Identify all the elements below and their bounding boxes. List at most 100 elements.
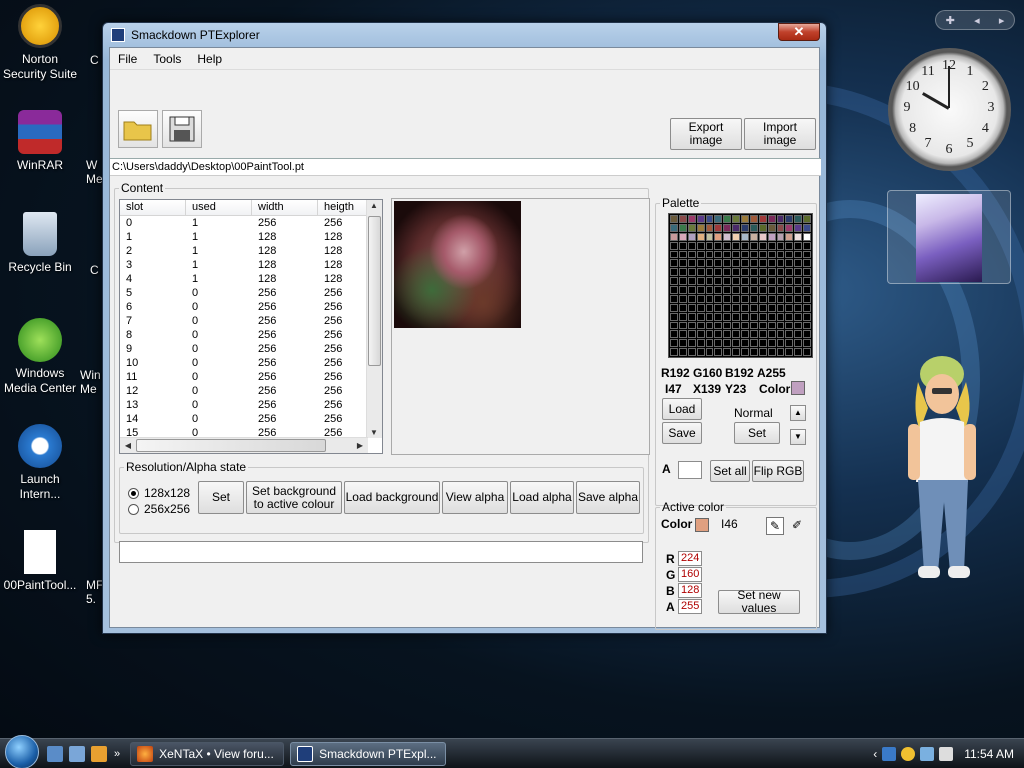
palette-cell[interactable] xyxy=(687,339,696,348)
view-alpha-button[interactable]: View alpha xyxy=(442,481,508,514)
palette-cell[interactable] xyxy=(749,232,758,241)
palette-cell[interactable] xyxy=(794,268,803,277)
palette-cell[interactable] xyxy=(767,277,776,285)
palette-cell[interactable] xyxy=(741,294,749,303)
table-row[interactable]: 2 1 128 128 xyxy=(120,244,382,258)
table-row[interactable]: 4 1 128 128 xyxy=(120,272,382,286)
palette-cell[interactable] xyxy=(670,277,678,285)
palette-cell[interactable] xyxy=(723,232,732,241)
column-header-used[interactable]: used xyxy=(186,200,252,215)
column-header-height[interactable]: heigth xyxy=(318,200,368,215)
save-button[interactable] xyxy=(162,110,202,148)
eyedropper-icon[interactable]: ✎ xyxy=(766,517,784,535)
palette-cell[interactable] xyxy=(670,339,678,348)
palette-cell[interactable] xyxy=(723,321,732,330)
palette-cell[interactable] xyxy=(758,348,767,356)
palette-cell[interactable] xyxy=(696,294,705,303)
table-row[interactable]: 10 0 256 256 xyxy=(120,356,382,370)
palette-cell[interactable] xyxy=(723,348,732,356)
palette-cell[interactable] xyxy=(776,286,785,294)
palette-cell[interactable] xyxy=(767,268,776,277)
slideshow-gadget[interactable] xyxy=(887,190,1011,284)
active-g-input[interactable]: 160 xyxy=(678,567,702,582)
palette-cell[interactable] xyxy=(758,215,767,223)
palette-cell[interactable] xyxy=(687,294,696,303)
next-icon[interactable]: ▸ xyxy=(999,14,1005,27)
palette-cell[interactable] xyxy=(794,259,803,268)
palette-cell[interactable] xyxy=(696,303,705,312)
export-image-button[interactable]: Export image xyxy=(670,118,742,150)
palette-cell[interactable] xyxy=(687,348,696,356)
palette-cell[interactable] xyxy=(723,259,732,268)
desktop-icon-painttool-file[interactable]: 00PaintTool... xyxy=(0,530,80,593)
scroll-down-arrow-icon[interactable]: ▼ xyxy=(367,428,381,437)
palette-cell[interactable] xyxy=(767,339,776,348)
resolution-set-button[interactable]: Set xyxy=(198,481,244,514)
palette-cell[interactable] xyxy=(687,321,696,330)
palette-cell[interactable] xyxy=(714,330,723,339)
table-row[interactable]: 7 0 256 256 xyxy=(120,314,382,328)
palette-cell[interactable] xyxy=(767,223,776,232)
palette-cell[interactable] xyxy=(732,312,740,321)
palette-cell[interactable] xyxy=(723,250,732,259)
palette-cell[interactable] xyxy=(687,286,696,294)
palette-cell[interactable] xyxy=(794,223,803,232)
palette-cell[interactable] xyxy=(705,277,714,285)
media-player-icon[interactable] xyxy=(91,745,107,762)
palette-cell[interactable] xyxy=(776,294,785,303)
scroll-up-arrow-icon[interactable]: ▲ xyxy=(367,201,381,210)
palette-cell[interactable] xyxy=(803,232,811,241)
palette-cell[interactable] xyxy=(732,339,740,348)
palette-cell[interactable] xyxy=(749,339,758,348)
palette-cell[interactable] xyxy=(741,250,749,259)
palette-cell[interactable] xyxy=(785,223,794,232)
column-header-slot[interactable]: slot xyxy=(120,200,186,215)
palette-cell[interactable] xyxy=(705,223,714,232)
horizontal-scrollbar[interactable]: ◀ ▶ xyxy=(120,437,368,453)
table-row[interactable]: 1 1 128 128 xyxy=(120,230,382,244)
palette-cell[interactable] xyxy=(732,330,740,339)
desktop-icon-recycle-bin[interactable]: Recycle Bin xyxy=(0,212,80,275)
palette-cell[interactable] xyxy=(696,241,705,250)
palette-cell[interactable] xyxy=(687,303,696,312)
palette-cell[interactable] xyxy=(758,277,767,285)
palette-cell[interactable] xyxy=(749,223,758,232)
palette-cell[interactable] xyxy=(776,250,785,259)
palette-cell[interactable] xyxy=(678,232,687,241)
palette-cell[interactable] xyxy=(758,321,767,330)
palette-cell[interactable] xyxy=(687,250,696,259)
palette-cell[interactable] xyxy=(785,348,794,356)
palette-cell[interactable] xyxy=(723,294,732,303)
spin-up-icon[interactable]: ▲ xyxy=(790,405,806,421)
palette-cell[interactable] xyxy=(732,250,740,259)
palette-cell[interactable] xyxy=(758,268,767,277)
palette-cell[interactable] xyxy=(741,215,749,223)
palette-cell[interactable] xyxy=(776,241,785,250)
palette-cell[interactable] xyxy=(749,348,758,356)
palette-cell[interactable] xyxy=(732,321,740,330)
palette-cell[interactable] xyxy=(776,339,785,348)
palette-cell[interactable] xyxy=(705,294,714,303)
palette-cell[interactable] xyxy=(705,321,714,330)
palette-cell[interactable] xyxy=(749,241,758,250)
palette-cell[interactable] xyxy=(723,223,732,232)
volume-icon[interactable] xyxy=(939,747,954,761)
palette-cell[interactable] xyxy=(767,259,776,268)
table-row[interactable]: 12 0 256 256 xyxy=(120,384,382,398)
palette-cell[interactable] xyxy=(803,277,811,285)
palette-cell[interactable] xyxy=(803,223,811,232)
palette-cell[interactable] xyxy=(767,303,776,312)
table-row[interactable]: 13 0 256 256 xyxy=(120,398,382,412)
palette-cell[interactable] xyxy=(687,330,696,339)
desktop-icon-winrar[interactable]: WinRAR xyxy=(0,110,80,173)
palette-cell[interactable] xyxy=(758,339,767,348)
palette-cell[interactable] xyxy=(803,250,811,259)
table-row[interactable]: 11 0 256 256 xyxy=(120,370,382,384)
palette-cell[interactable] xyxy=(741,339,749,348)
palette-cell[interactable] xyxy=(758,232,767,241)
previous-icon[interactable]: ◂ xyxy=(974,14,980,27)
table-row[interactable]: 0 1 256 256 xyxy=(120,216,382,230)
palette-cell[interactable] xyxy=(776,321,785,330)
palette-cell[interactable] xyxy=(803,294,811,303)
partial-desktop-icon[interactable]: W Me xyxy=(86,158,103,186)
